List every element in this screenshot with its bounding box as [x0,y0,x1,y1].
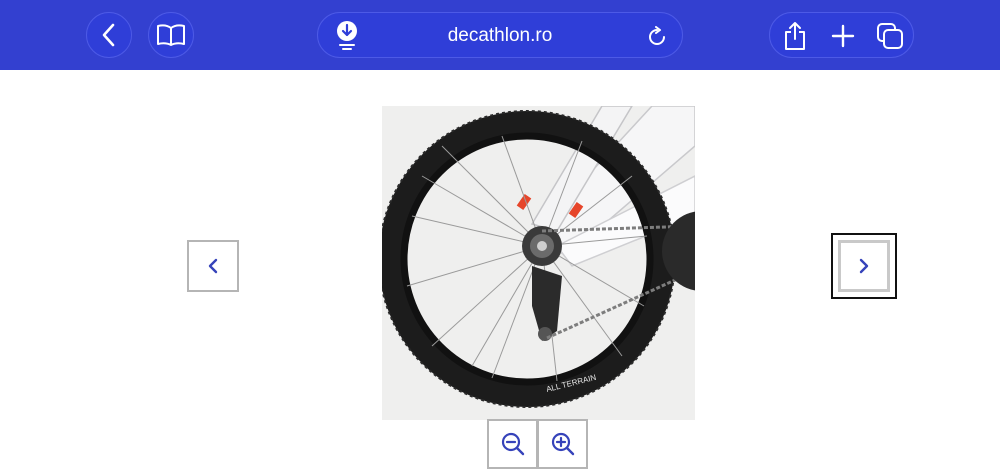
browser-toolbar: decathlon.ro [0,0,1000,70]
zoom-in-button[interactable] [537,419,588,469]
new-tab-icon[interactable] [828,21,858,51]
url-text: decathlon.ro [447,25,553,46]
zoom-out-button[interactable] [487,419,538,469]
next-image-button[interactable] [831,233,897,299]
share-icon[interactable] [780,20,810,52]
previous-image-button[interactable] [187,240,239,292]
next-image-focus-ring [838,240,890,292]
reload-icon[interactable] [644,24,670,50]
toolbar-actions [769,12,914,58]
bicycle-wheel-illustration: ALL TERRAIN [382,106,695,420]
tabs-icon[interactable] [874,21,906,51]
chevron-right-icon [859,258,869,274]
bookmarks-button[interactable] [148,12,194,58]
book-icon [157,24,185,46]
chevron-left-icon [102,23,115,47]
zoom-out-icon [501,432,524,456]
chevron-left-icon [208,258,218,274]
address-bar[interactable]: decathlon.ro [317,12,683,58]
product-image: ALL TERRAIN [382,106,695,420]
back-button[interactable] [86,12,132,58]
zoom-in-icon [551,432,574,456]
